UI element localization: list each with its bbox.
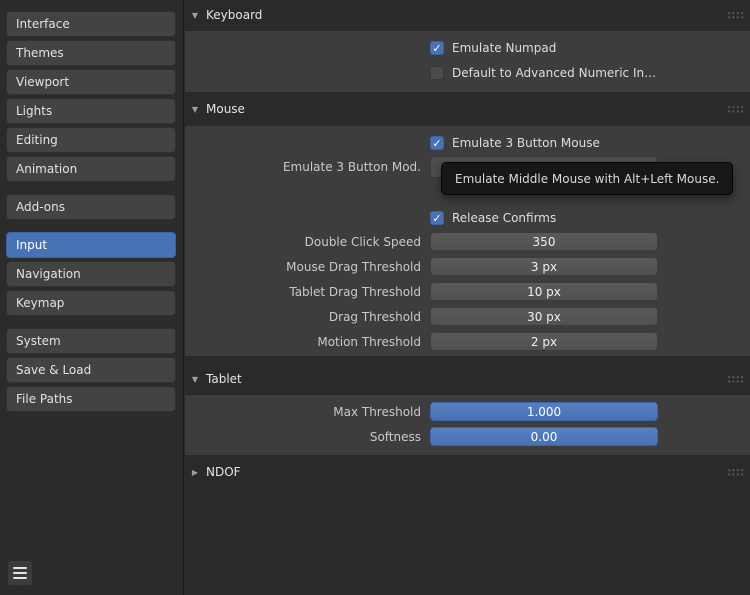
field-value: 2 px [531, 335, 557, 349]
chevron-down-icon: ▼ [185, 375, 205, 384]
sidebar-group-system: System Save & Load File Paths [0, 328, 183, 412]
double-click-speed-field[interactable]: 350 [430, 232, 658, 251]
field-value: 30 px [527, 310, 561, 324]
max-threshold-slider[interactable]: 1.000 [430, 402, 658, 421]
sidebar-item-addons[interactable]: Add-ons [6, 194, 176, 220]
sidebar-item-save-load[interactable]: Save & Load [6, 357, 176, 383]
panel-grip-icon[interactable] [727, 105, 745, 113]
sidebar-item-themes[interactable]: Themes [6, 40, 176, 66]
mouse-panel: ✓ Emulate 3 Button Mouse Emulate 3 Butto… [185, 126, 750, 356]
chevron-down-icon: ▼ [185, 11, 205, 20]
checkbox-label: Default to Advanced Numeric In… [452, 66, 656, 80]
slider-value: 1.000 [527, 405, 561, 419]
field-label: Mouse Drag Threshold [185, 260, 421, 274]
section-title: Keyboard [206, 8, 262, 22]
section-header-tablet[interactable]: ▼ Tablet [185, 369, 750, 389]
advanced-numeric-row: Default to Advanced Numeric In… [185, 63, 750, 83]
preferences-window: Interface Themes Viewport Lights Editing… [0, 0, 750, 595]
softness-row: Softness 0.00 [185, 427, 750, 446]
field-value: 10 px [527, 285, 561, 299]
field-label: Max Threshold [185, 405, 421, 419]
slider-value: 0.00 [531, 430, 558, 444]
emulate-3-button-checkbox[interactable]: ✓ [430, 136, 444, 150]
panel-grip-icon[interactable] [727, 375, 745, 383]
section-header-ndof[interactable]: ▶ NDOF [185, 462, 750, 482]
emulate-3-button-row: ✓ Emulate 3 Button Mouse [185, 133, 750, 153]
field-label: Emulate 3 Button Mod. [185, 160, 421, 174]
sidebar-item-navigation[interactable]: Navigation [6, 261, 176, 287]
check-icon: ✓ [432, 43, 441, 54]
double-click-speed-row: Double Click Speed 350 [185, 232, 750, 251]
field-value: 350 [533, 235, 556, 249]
sidebar-group-input: Input Navigation Keymap [0, 232, 183, 316]
sidebar-item-viewport[interactable]: Viewport [6, 69, 176, 95]
section-title: NDOF [206, 465, 241, 479]
emulate-numpad-row: ✓ Emulate Numpad [185, 38, 750, 58]
sidebar-item-editing[interactable]: Editing [6, 127, 176, 153]
field-label: Tablet Drag Threshold [185, 285, 421, 299]
chevron-down-icon: ▼ [185, 105, 205, 114]
field-value: 3 px [531, 260, 557, 274]
sidebar-group-addons: Add-ons [0, 194, 183, 220]
panel-grip-icon[interactable] [727, 468, 745, 476]
section-title: Tablet [206, 372, 242, 386]
drag-threshold-row: Drag Threshold 30 px [185, 307, 750, 326]
tooltip-text: Emulate Middle Mouse with Alt+Left Mouse… [455, 172, 719, 186]
check-icon: ✓ [432, 213, 441, 224]
checkbox-label: Release Confirms [452, 211, 556, 225]
tooltip: Emulate Middle Mouse with Alt+Left Mouse… [441, 162, 733, 195]
keyboard-panel: ✓ Emulate Numpad Default to Advanced Num… [185, 31, 750, 92]
advanced-numeric-checkbox[interactable] [430, 66, 444, 80]
section-title: Mouse [206, 102, 245, 116]
section-header-mouse[interactable]: ▼ Mouse [185, 99, 750, 119]
motion-threshold-row: Motion Threshold 2 px [185, 332, 750, 351]
tablet-drag-threshold-field[interactable]: 10 px [430, 282, 658, 301]
sidebar-item-animation[interactable]: Animation [6, 156, 176, 182]
sidebar-item-input[interactable]: Input [6, 232, 176, 258]
field-label: Double Click Speed [185, 235, 421, 249]
motion-threshold-field[interactable]: 2 px [430, 332, 658, 351]
sidebar-item-lights[interactable]: Lights [6, 98, 176, 124]
checkbox-label: Emulate Numpad [452, 41, 556, 55]
section-header-keyboard[interactable]: ▼ Keyboard [185, 5, 750, 25]
sidebar: Interface Themes Viewport Lights Editing… [0, 0, 184, 595]
sidebar-item-interface[interactable]: Interface [6, 11, 176, 37]
mouse-drag-threshold-row: Mouse Drag Threshold 3 px [185, 257, 750, 276]
release-confirms-checkbox[interactable]: ✓ [430, 211, 444, 225]
hamburger-icon [13, 567, 27, 569]
sidebar-item-keymap[interactable]: Keymap [6, 290, 176, 316]
field-label: Motion Threshold [185, 335, 421, 349]
mouse-drag-threshold-field[interactable]: 3 px [430, 257, 658, 276]
tablet-panel: Max Threshold 1.000 Softness 0.00 [185, 395, 750, 455]
sidebar-item-system[interactable]: System [6, 328, 176, 354]
tablet-drag-threshold-row: Tablet Drag Threshold 10 px [185, 282, 750, 301]
field-label: Drag Threshold [185, 310, 421, 324]
check-icon: ✓ [432, 138, 441, 149]
panel-grip-icon[interactable] [727, 11, 745, 19]
menu-toggle-button[interactable] [7, 560, 33, 586]
chevron-right-icon: ▶ [185, 468, 205, 477]
drag-threshold-field[interactable]: 30 px [430, 307, 658, 326]
max-threshold-row: Max Threshold 1.000 [185, 402, 750, 421]
release-confirms-row: ✓ Release Confirms [185, 208, 750, 228]
emulate-numpad-checkbox[interactable]: ✓ [430, 41, 444, 55]
sidebar-group-ui: Interface Themes Viewport Lights Editing… [0, 11, 183, 182]
softness-slider[interactable]: 0.00 [430, 427, 658, 446]
field-label: Softness [185, 430, 421, 444]
checkbox-label: Emulate 3 Button Mouse [452, 136, 600, 150]
sidebar-item-file-paths[interactable]: File Paths [6, 386, 176, 412]
